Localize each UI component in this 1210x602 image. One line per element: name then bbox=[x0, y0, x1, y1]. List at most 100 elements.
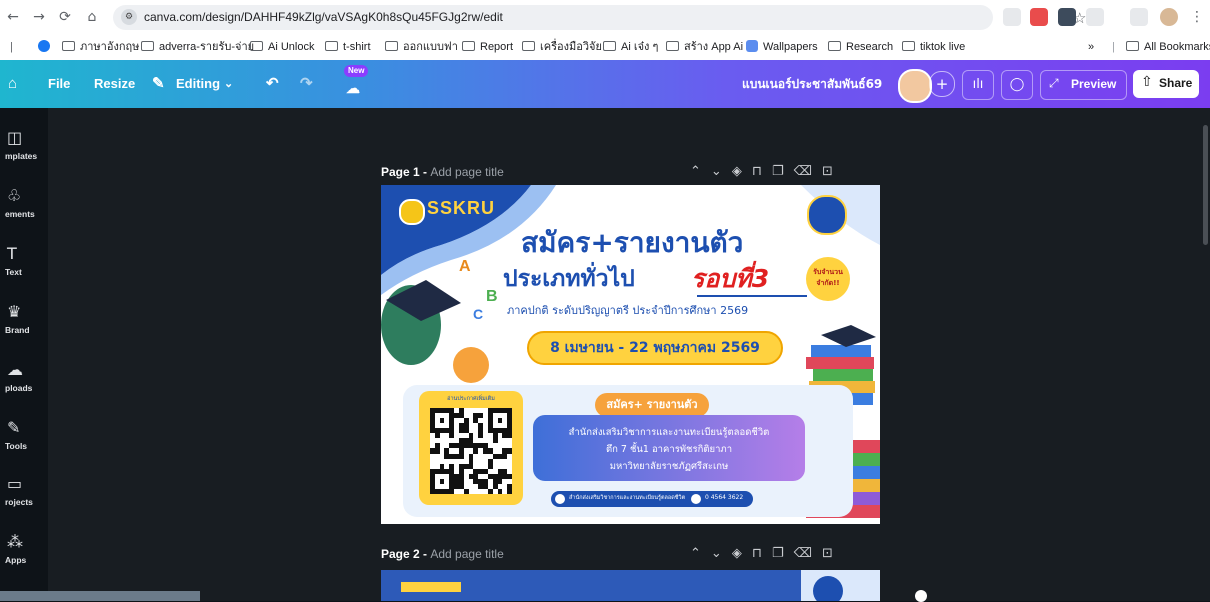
file-menu[interactable]: File bbox=[48, 60, 70, 108]
delete-icon[interactable]: ⌫ bbox=[794, 164, 822, 179]
zoom-slider-handle[interactable] bbox=[915, 590, 927, 602]
home-icon[interactable]: ⌂ bbox=[8, 60, 17, 108]
zoom-controls[interactable] bbox=[915, 590, 1210, 602]
sidebar-item-apps[interactable]: ⁂ Apps bbox=[0, 532, 48, 586]
add-page-icon[interactable]: ⊡ bbox=[822, 164, 843, 179]
undo-icon[interactable]: ↶ bbox=[266, 60, 279, 108]
chevron-down-icon[interactable]: ⌄ bbox=[224, 60, 233, 108]
add-collaborator-icon[interactable]: + bbox=[929, 71, 955, 97]
back-icon[interactable]: ← bbox=[4, 6, 22, 28]
qr-module bbox=[487, 488, 493, 494]
bookmark-folder[interactable]: Research bbox=[828, 36, 893, 60]
menu-kebab-icon[interactable]: ⋮ bbox=[1188, 6, 1206, 28]
bookmark-folder[interactable]: t-shirt bbox=[325, 36, 371, 60]
hide-icon[interactable]: ◈ bbox=[732, 546, 752, 561]
chevron-up-icon[interactable]: ⌃ bbox=[690, 546, 711, 561]
preview-button[interactable]: ⤢ Preview bbox=[1040, 70, 1127, 100]
share-button[interactable]: ⇧ Share bbox=[1133, 70, 1199, 98]
bookmark-folder[interactable]: Report bbox=[462, 36, 513, 60]
resize-button[interactable]: Resize bbox=[94, 60, 135, 108]
analytics-icon[interactable]: ılı bbox=[962, 70, 994, 100]
qr-module bbox=[458, 453, 464, 459]
bookmark-folder[interactable]: ภาษาอังกฤษ bbox=[62, 36, 139, 60]
page-1-title: Page 1 - bbox=[381, 165, 431, 179]
chevron-down-icon[interactable]: ⌄ bbox=[711, 164, 732, 179]
forward-icon[interactable]: → bbox=[30, 6, 48, 28]
bookmark-folder[interactable]: tiktok live bbox=[902, 36, 965, 60]
url-text[interactable]: canva.com/design/DAHHF49kZlg/vaVSAgK0h8s… bbox=[144, 5, 503, 30]
add-page-title-1[interactable]: Add page title bbox=[430, 165, 503, 179]
extension-dark-icon[interactable] bbox=[1058, 8, 1076, 26]
extension-icon[interactable] bbox=[1003, 8, 1021, 26]
qr-caption: อ่านประกาศเพิ่มเติม bbox=[447, 396, 495, 402]
cloud-save-icon[interactable]: ☁ bbox=[346, 64, 360, 112]
redo-icon[interactable]: ↷ bbox=[300, 60, 313, 108]
sidebar-item-text[interactable]: T Text bbox=[0, 244, 48, 298]
chevron-down-icon[interactable]: ⌄ bbox=[711, 546, 732, 561]
reload-icon[interactable]: ⟳ bbox=[56, 6, 74, 28]
poster-round: รอบที่3 bbox=[691, 264, 770, 293]
add-page-title-2[interactable]: Add page title bbox=[430, 547, 503, 561]
bookmark-label: ออกแบบฟา bbox=[403, 41, 458, 53]
profile-avatar[interactable] bbox=[1160, 8, 1178, 26]
duplicate-icon[interactable]: ❐ bbox=[772, 546, 794, 561]
bookmark-label: Ai เจ๋ง ๆ bbox=[621, 41, 659, 53]
canvas-scrollbar[interactable] bbox=[1203, 125, 1208, 245]
site-info-icon[interactable]: ⚙ bbox=[121, 9, 137, 25]
reading-list-icon[interactable] bbox=[1130, 8, 1148, 26]
headline-underline bbox=[697, 295, 807, 297]
editing-dropdown[interactable]: Editing bbox=[176, 60, 220, 108]
sidebar-item-brand[interactable]: ♛ Brand bbox=[0, 302, 48, 356]
qr-module bbox=[497, 488, 503, 494]
chevron-up-icon[interactable]: ⌃ bbox=[690, 164, 711, 179]
contact-facebook: สำนักส่งเสริมวิชาการและงานทะเบียนรู้ตลอด… bbox=[569, 495, 686, 501]
section-title: สมัคร+ รายงานตัว bbox=[606, 398, 698, 411]
facebook-icon[interactable] bbox=[38, 36, 50, 60]
url-bar[interactable]: ⚙ canva.com/design/DAHHF49kZlg/vaVSAgK0h… bbox=[113, 5, 1086, 30]
office-box: สำนักส่งเสริมวิชาการและงานทะเบียนรู้ตลอด… bbox=[533, 415, 805, 481]
qr-module bbox=[492, 438, 498, 444]
comment-icon[interactable]: ◯ bbox=[1001, 70, 1033, 100]
all-bookmarks[interactable]: All Bookmarks bbox=[1126, 36, 1210, 60]
qr-module bbox=[439, 418, 445, 424]
bookmark-folder[interactable]: adverra-รายรับ-จ่าย bbox=[141, 36, 254, 60]
qr-module bbox=[507, 473, 512, 479]
lock-icon[interactable]: ⊓ bbox=[752, 546, 772, 561]
lock-icon[interactable]: ⊓ bbox=[752, 164, 772, 179]
home-icon[interactable]: ⌂ bbox=[83, 6, 101, 28]
bookmark-folder[interactable]: เครื่องมือวิจัย bbox=[522, 36, 602, 60]
qr-module bbox=[463, 488, 469, 494]
poster-page-2[interactable] bbox=[381, 570, 880, 601]
sidebar-item-elements[interactable]: ♧ ements bbox=[0, 186, 48, 240]
bookmark-folder[interactable]: สร้าง App Ai bbox=[666, 36, 743, 60]
sidebar-label: mplates bbox=[5, 151, 38, 161]
collaborator-avatar[interactable] bbox=[898, 69, 932, 103]
poster-page-1[interactable]: A B C SSKRU สมัคร+รายงานตัว ประเภททั่วไป… bbox=[381, 185, 880, 524]
duplicate-icon[interactable]: ❐ bbox=[772, 164, 794, 179]
sidebar-label: ploads bbox=[5, 383, 33, 393]
qr-module bbox=[487, 463, 493, 469]
elements-icon: ♧ bbox=[7, 186, 22, 205]
qr-module bbox=[473, 448, 479, 454]
sidebar-item-projects[interactable]: ▭ rojects bbox=[0, 474, 48, 528]
bookmark-wallpapers[interactable]: Wallpapers bbox=[746, 36, 818, 60]
office-line-2: ตึก 7 ชั้น1 อาคารพัชรกิติยาภา bbox=[605, 444, 733, 455]
bookmark-folder[interactable]: ออกแบบฟา bbox=[385, 36, 458, 60]
share-label: Share bbox=[1159, 76, 1193, 90]
sidebar-item-tools[interactable]: ✎ Tools bbox=[0, 418, 48, 472]
sidebar-label: Brand bbox=[5, 325, 30, 335]
sidebar-item-uploads[interactable]: ☁ ploads bbox=[0, 360, 48, 414]
sskru-seal-icon bbox=[399, 199, 425, 225]
delete-icon[interactable]: ⌫ bbox=[794, 546, 822, 561]
extensions-puzzle-icon[interactable] bbox=[1086, 8, 1104, 26]
bookmarks-bar: | ภาษาอังกฤษ adverra-รายรับ-จ่าย Ai Unlo… bbox=[0, 36, 1210, 60]
bookmark-folder[interactable]: Ai เจ๋ง ๆ bbox=[603, 36, 658, 60]
bookmark-folder[interactable]: Ai Unlock bbox=[250, 36, 314, 60]
sidebar-item-templates[interactable]: ◫ mplates bbox=[0, 128, 48, 182]
add-page-icon[interactable]: ⊡ bbox=[822, 546, 843, 561]
extension-red-icon[interactable] bbox=[1030, 8, 1048, 26]
bookmarks-overflow[interactable]: » bbox=[1088, 36, 1094, 60]
qr-module bbox=[449, 488, 455, 494]
hide-icon[interactable]: ◈ bbox=[732, 164, 752, 179]
document-title[interactable]: แบนเนอร์ประชาสัมพันธ์69 bbox=[742, 60, 882, 108]
